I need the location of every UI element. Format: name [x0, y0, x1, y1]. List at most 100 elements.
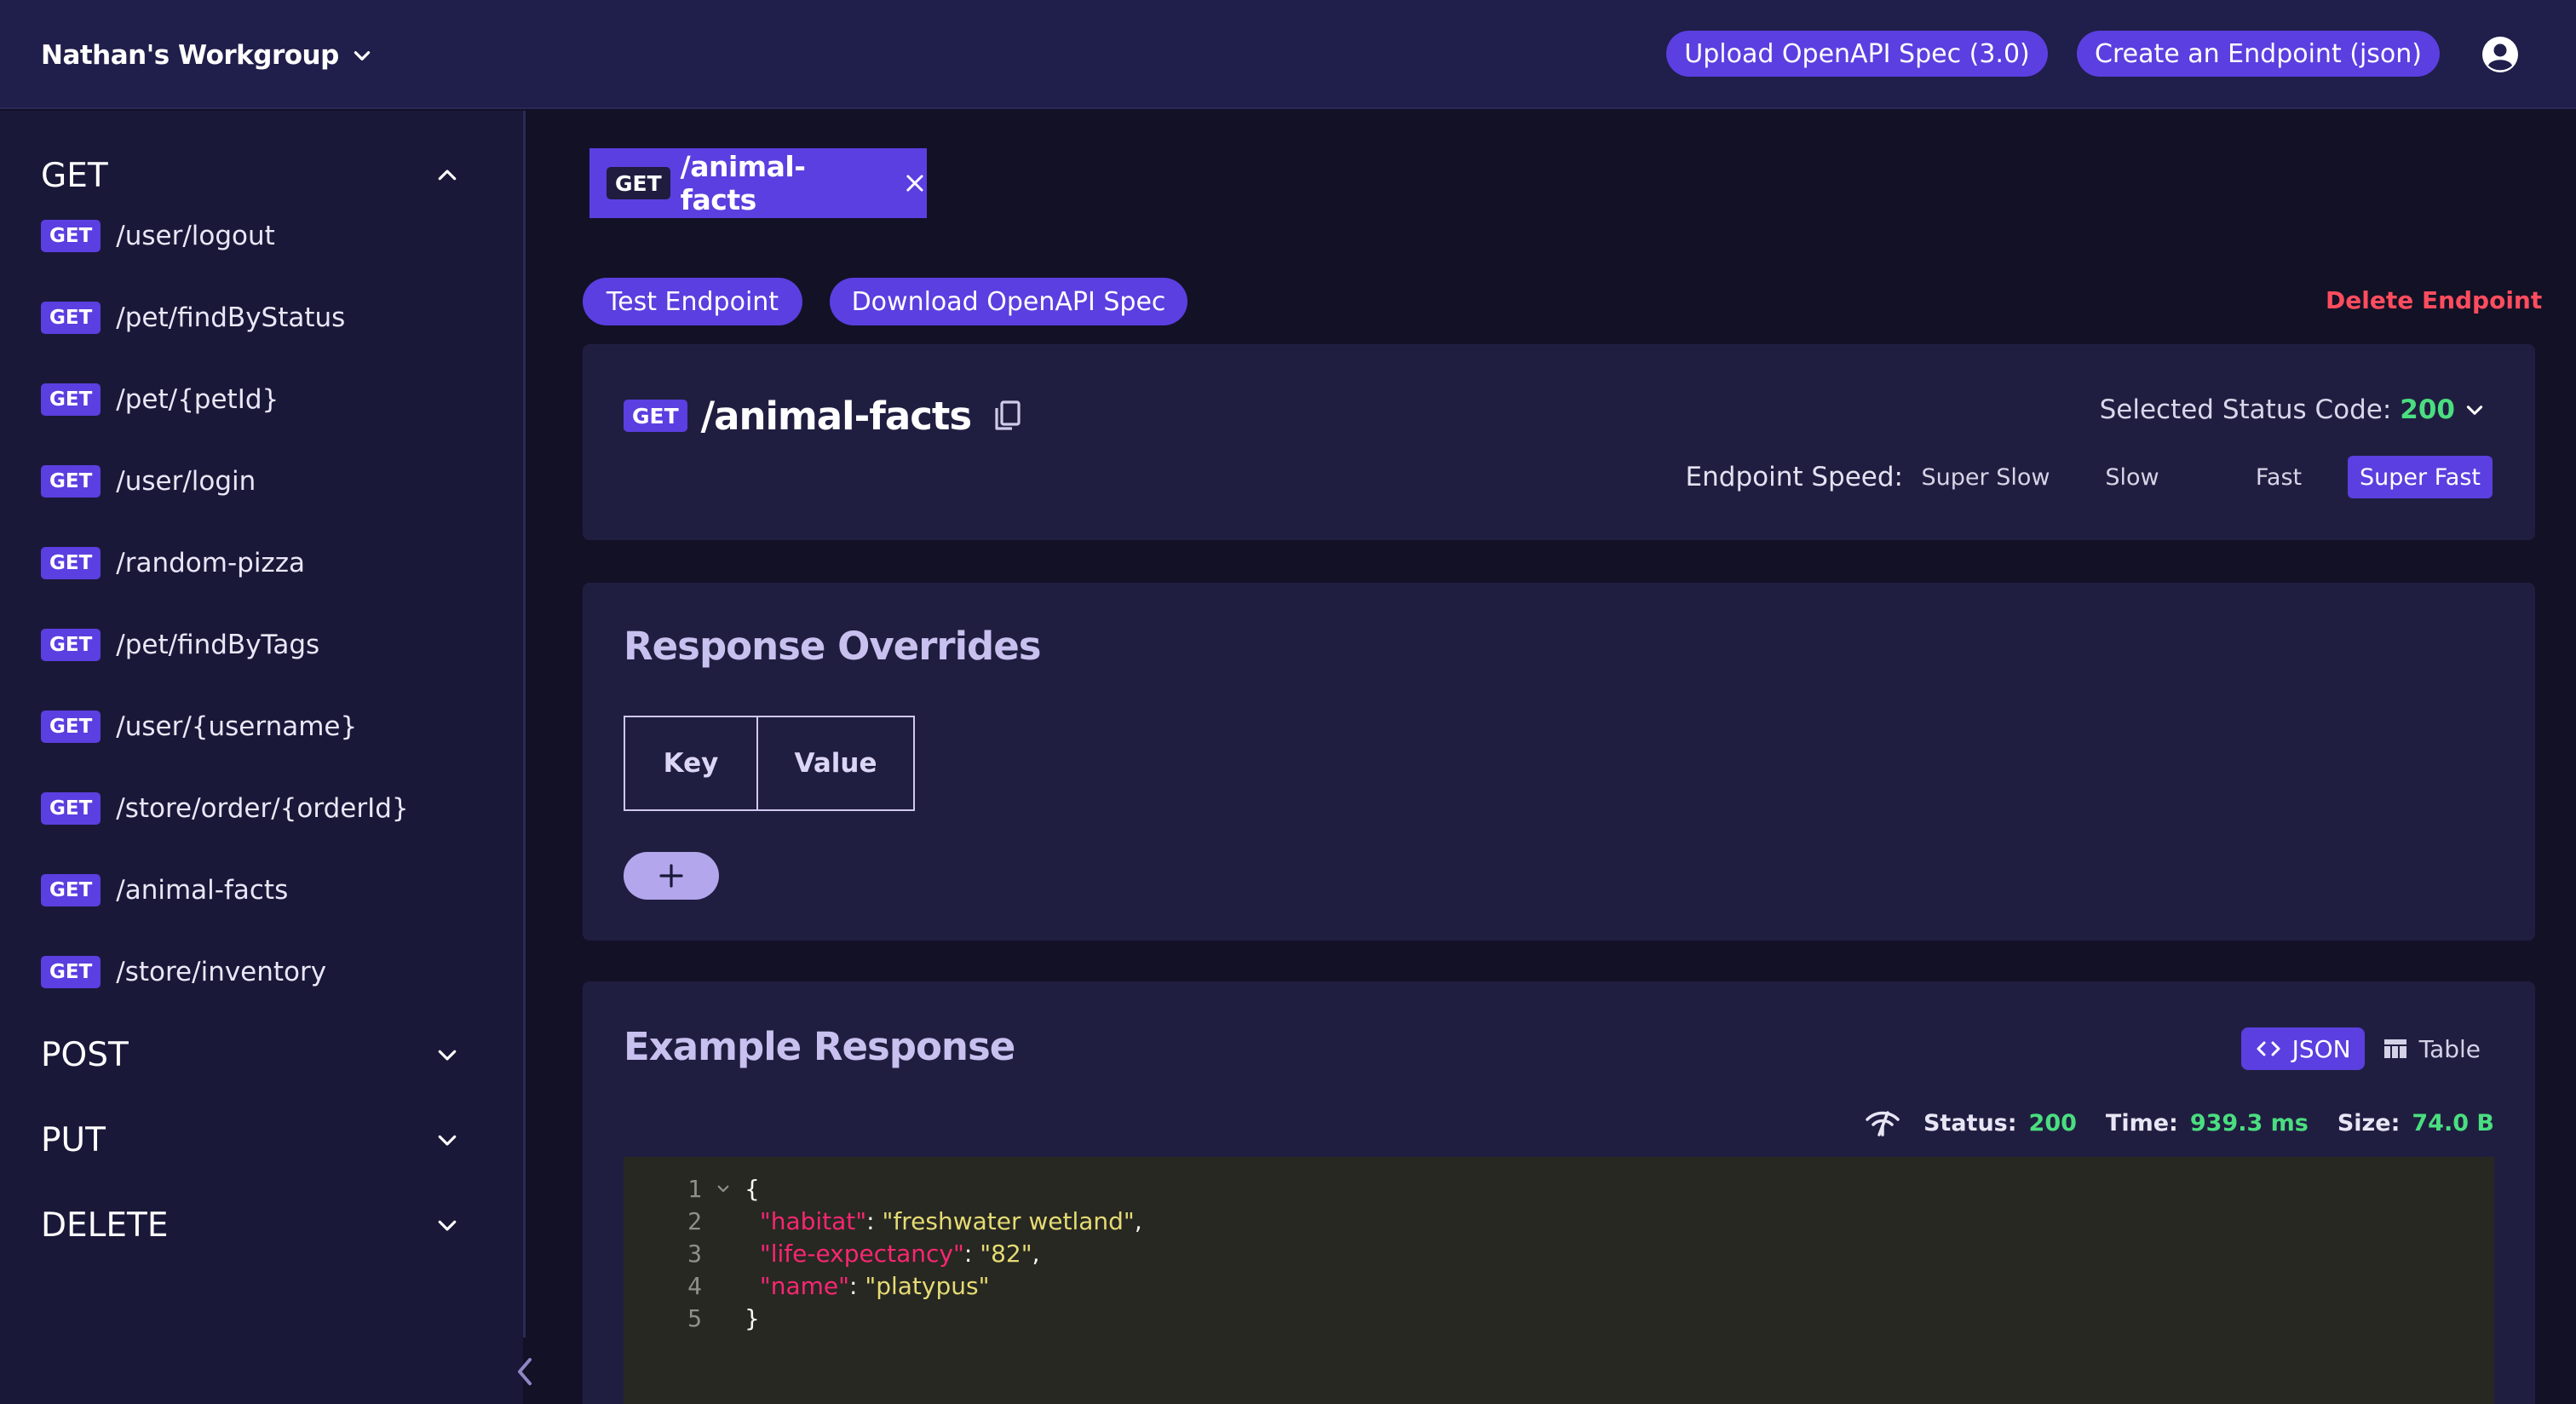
- add-override-button[interactable]: [624, 852, 719, 900]
- json-key: "life-expectancy": [759, 1239, 964, 1268]
- sidebar-item-label: /store/order/{orderId}: [116, 793, 409, 824]
- code-brace: {: [745, 1174, 760, 1203]
- network-signal-icon: [1866, 1111, 1900, 1136]
- chevron-down-icon: [354, 51, 371, 60]
- method-badge: GET: [41, 383, 101, 416]
- chevron-down-icon: [438, 1220, 457, 1231]
- json-view-button[interactable]: JSON: [2240, 1027, 2365, 1070]
- sidebar-item-label: /store/inventory: [116, 957, 327, 987]
- sidebar-item-user-login[interactable]: GET /user/login: [41, 460, 256, 503]
- line-number: 2: [687, 1206, 702, 1235]
- method-badge: GET: [41, 874, 101, 906]
- overrides-table: Key Value: [624, 716, 915, 811]
- sidebar-item-pet-petid[interactable]: GET /pet/{petId}: [41, 378, 279, 421]
- sidebar-section-post[interactable]: POST: [41, 1031, 467, 1079]
- sidebar-item-label: /pet/findByStatus: [116, 302, 346, 333]
- sidebar-section-get[interactable]: GET: [41, 152, 467, 199]
- json-value: "82": [980, 1239, 1032, 1268]
- sidebar: GET GET /user/logout GET /pet/findByStat…: [0, 111, 523, 1404]
- section-label: PUT: [41, 1120, 106, 1159]
- upload-openapi-button[interactable]: Upload OpenAPI Spec (3.0): [1666, 31, 2048, 77]
- speed-option-slow[interactable]: Slow: [2055, 456, 2210, 498]
- size-label: Size:: [2337, 1109, 2401, 1136]
- sidebar-item-user-logout[interactable]: GET /user/logout: [41, 215, 275, 257]
- response-overrides-title: Response Overrides: [624, 624, 1042, 669]
- json-value: "freshwater wetland": [882, 1206, 1135, 1235]
- table-view-button[interactable]: Table: [2368, 1027, 2494, 1070]
- value-column-header: Value: [794, 748, 877, 779]
- sidebar-item-pet-findbystatus[interactable]: GET /pet/findByStatus: [41, 296, 345, 339]
- status-value: 200: [2028, 1109, 2077, 1136]
- method-badge: GET: [41, 956, 101, 988]
- table-icon: [2383, 1039, 2406, 1058]
- response-view-toggle: JSON Table: [2240, 1027, 2494, 1070]
- delete-endpoint-button[interactable]: Delete Endpoint: [2326, 286, 2542, 314]
- endpoint-speed-label: Endpoint Speed:: [1685, 462, 1903, 492]
- sidebar-item-animal-facts[interactable]: GET /animal-facts: [41, 869, 288, 912]
- sidebar-item-label: /animal-facts: [116, 875, 289, 906]
- code-line: 4 "name": "platypus": [624, 1269, 989, 1302]
- close-icon[interactable]: [903, 170, 927, 196]
- status-code-value: 200: [2400, 394, 2455, 425]
- section-label: POST: [41, 1035, 129, 1074]
- line-number: 4: [687, 1271, 702, 1300]
- sidebar-item-random-pizza[interactable]: GET /random-pizza: [41, 542, 305, 584]
- tab-path: /animal-facts: [680, 150, 806, 216]
- tab-method-badge: GET: [607, 167, 670, 199]
- line-number: 1: [687, 1174, 702, 1203]
- sidebar-item-pet-findbytags[interactable]: GET /pet/findByTags: [41, 624, 319, 666]
- fold-toggle[interactable]: [702, 1181, 745, 1196]
- line-number: 5: [687, 1303, 702, 1332]
- sidebar-section-put[interactable]: PUT: [41, 1116, 467, 1164]
- line-number: 3: [687, 1239, 702, 1268]
- sidebar-section-delete[interactable]: DELETE: [41, 1201, 467, 1249]
- example-response-title: Example Response: [624, 1024, 1015, 1069]
- endpoint-speed-control: Endpoint Speed: Super Slow Slow Fast Sup…: [1686, 455, 2493, 499]
- status-label: Status:: [1923, 1109, 2017, 1136]
- code-line: 1 {: [624, 1172, 760, 1205]
- speed-option-fast[interactable]: Fast: [2210, 456, 2348, 498]
- json-key: "name": [759, 1271, 849, 1300]
- sidebar-item-label: /user/{username}: [116, 711, 358, 742]
- test-endpoint-button[interactable]: Test Endpoint: [583, 278, 802, 325]
- section-label: DELETE: [41, 1205, 169, 1245]
- method-badge: GET: [41, 465, 101, 498]
- method-badge: GET: [41, 629, 101, 661]
- json-value: "platypus": [865, 1271, 990, 1300]
- sidebar-item-user-username[interactable]: GET /user/{username}: [41, 705, 357, 748]
- json-comma: ,: [1032, 1239, 1040, 1268]
- method-badge: GET: [41, 711, 101, 743]
- example-response-card: Example Response JSON Table Status: 200 …: [583, 981, 2535, 1404]
- chevron-down-icon: [438, 1050, 457, 1061]
- sidebar-item-store-order[interactable]: GET /store/order/{orderId}: [41, 787, 409, 830]
- chevron-down-icon: [2466, 406, 2483, 415]
- sidebar-divider[interactable]: [523, 111, 526, 1338]
- status-code-selector[interactable]: Selected Status Code: 200: [2100, 388, 2486, 431]
- copy-icon[interactable]: [992, 399, 1024, 433]
- download-openapi-button[interactable]: Download OpenAPI Spec: [830, 278, 1187, 325]
- code-line: 3 "life-expectancy": "82",: [624, 1237, 1040, 1269]
- endpoint-info-card: GET /animal-facts Selected Status Code: …: [583, 344, 2535, 540]
- sidebar-item-label: /user/login: [116, 466, 256, 497]
- response-code-editor[interactable]: 1 { 2 "habitat": "freshwater wetland", 3…: [624, 1157, 2494, 1404]
- key-column-header: Key: [625, 717, 758, 809]
- sidebar-item-label: /pet/findByTags: [116, 630, 320, 660]
- endpoint-tab[interactable]: GET /animal-facts: [589, 148, 927, 218]
- top-bar: Nathan's Workgroup Upload OpenAPI Spec (…: [0, 0, 2576, 109]
- endpoint-method-badge: GET: [624, 400, 687, 432]
- chevron-down-icon: [438, 1135, 457, 1146]
- user-avatar-icon[interactable]: [2481, 35, 2520, 74]
- sidebar-item-label: /random-pizza: [116, 548, 305, 578]
- method-badge: GET: [41, 792, 101, 825]
- json-key: "habitat": [759, 1206, 867, 1235]
- code-line: 5 }: [624, 1302, 760, 1334]
- speed-option-super-fast[interactable]: Super Fast: [2348, 456, 2493, 498]
- status-code-label: Selected Status Code:: [2099, 394, 2392, 425]
- speed-option-super-slow[interactable]: Super Slow: [1917, 456, 2055, 498]
- workgroup-selector[interactable]: Nathan's Workgroup: [41, 34, 373, 77]
- method-badge: GET: [41, 302, 101, 334]
- sidebar-item-store-inventory[interactable]: GET /store/inventory: [41, 951, 326, 993]
- code-icon: [2257, 1041, 2280, 1056]
- create-endpoint-button[interactable]: Create an Endpoint (json): [2077, 31, 2440, 77]
- collapse-sidebar-icon[interactable]: [511, 1353, 538, 1390]
